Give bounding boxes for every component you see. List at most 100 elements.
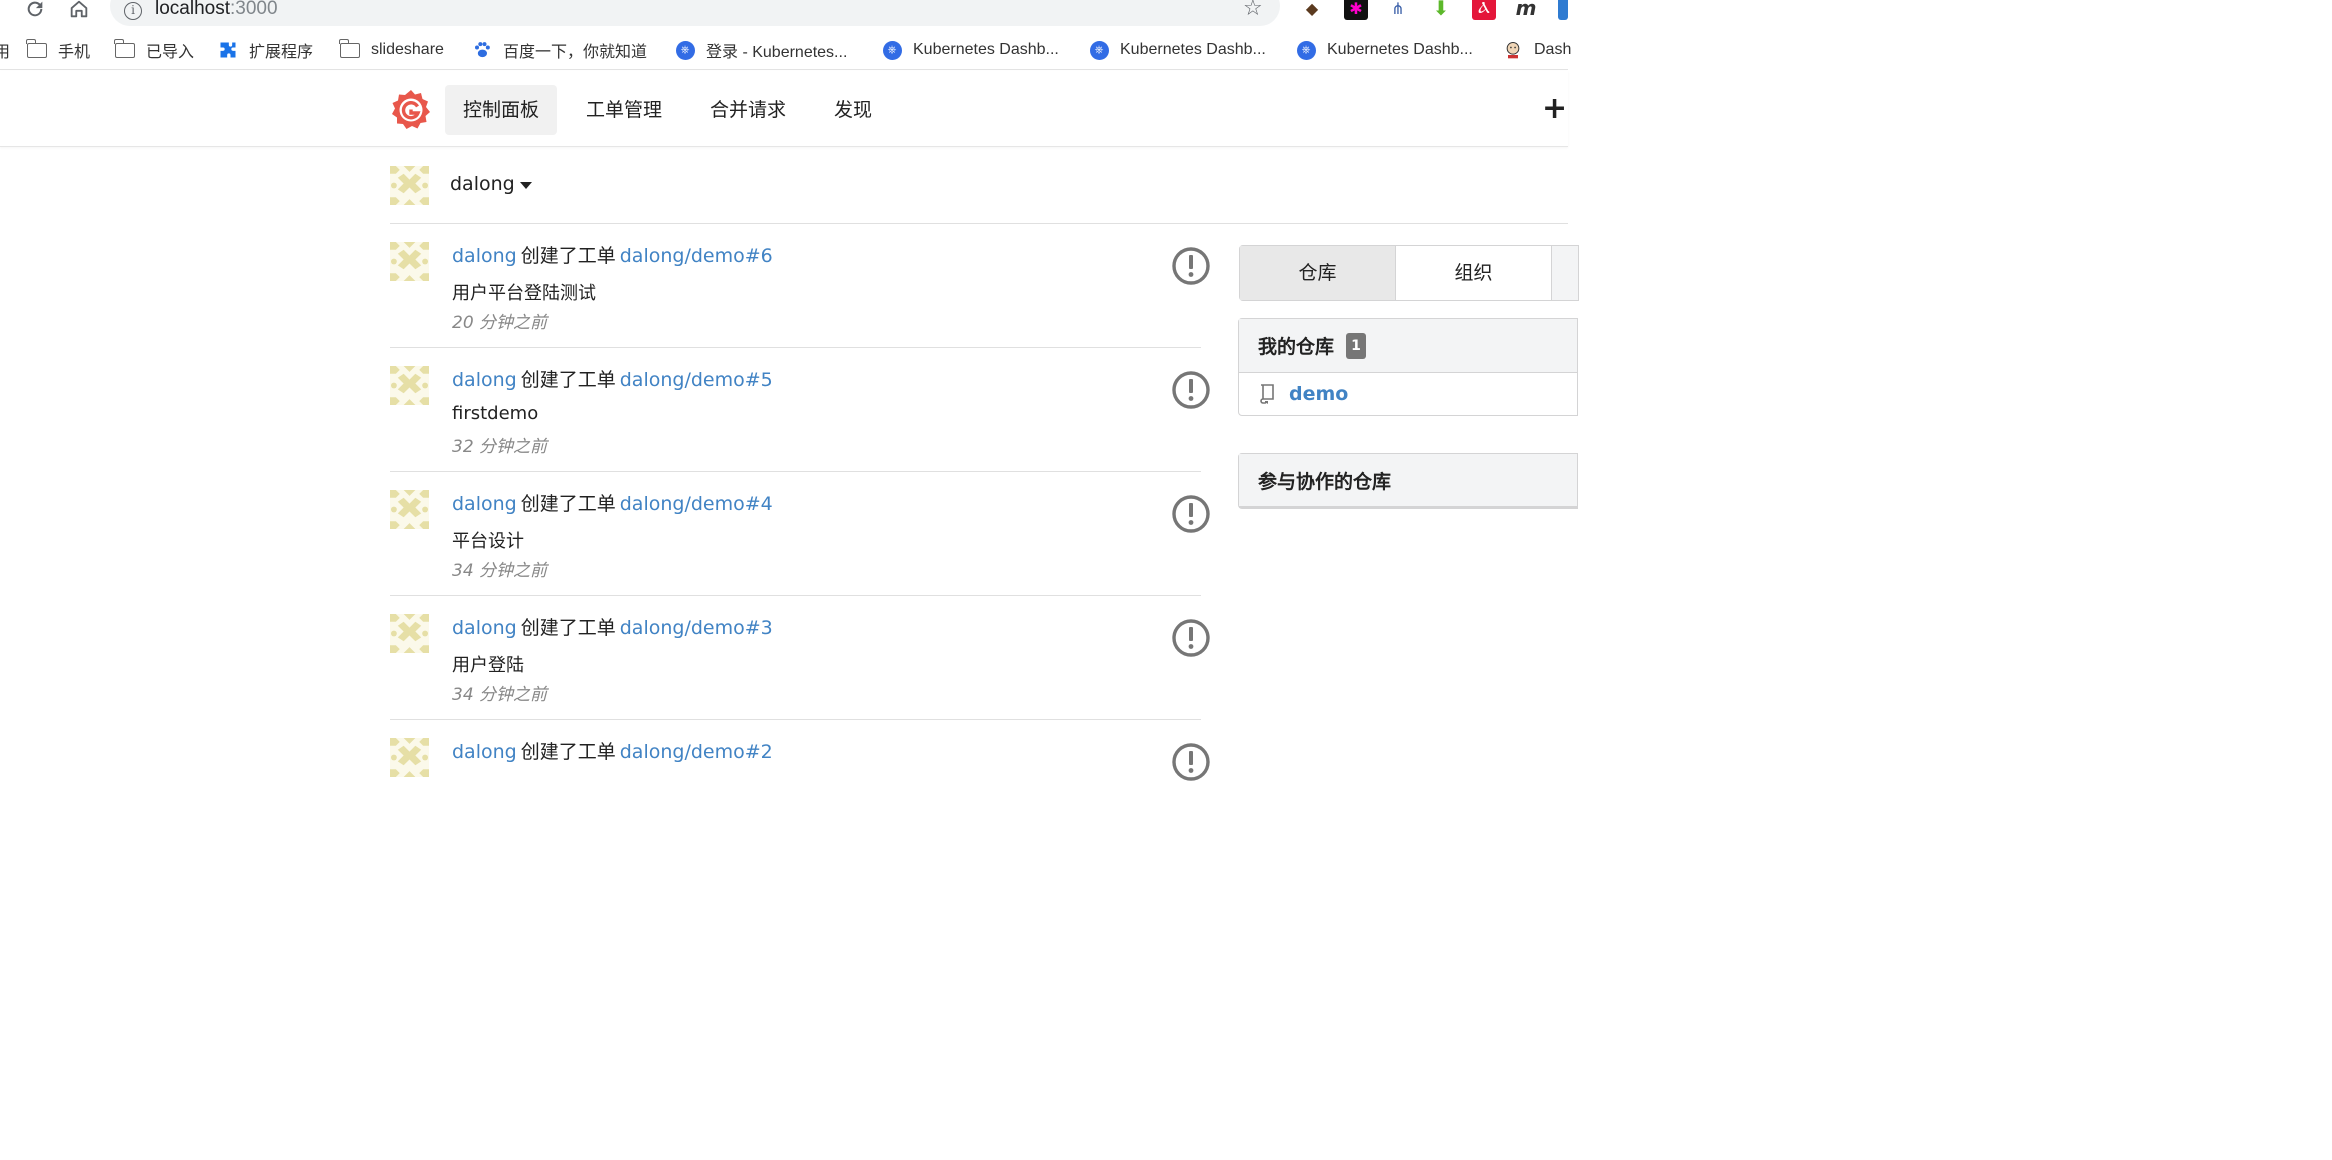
kubernetes-icon: ⎈ [674, 40, 696, 60]
issue-link[interactable]: dalong/demo#3 [620, 617, 773, 639]
my-repos-title: 我的仓库 [1258, 336, 1335, 358]
kubernetes-icon: ⎈ [1088, 40, 1110, 60]
nav-explore[interactable]: 发现 [816, 85, 890, 135]
bookmark-star-icon[interactable]: ☆ [1243, 0, 1263, 21]
issue-link[interactable]: dalong/demo#5 [620, 369, 773, 391]
feed-item: dalong 创建了工单 dalong/demo#6 用户平台登陆测试 20 分钟之… [390, 224, 1210, 348]
avatar [390, 166, 429, 205]
avatar[interactable] [390, 366, 429, 405]
issue-link[interactable]: dalong/demo#4 [620, 493, 773, 515]
kubernetes-icon: ⎈ [881, 40, 903, 60]
download-extension-icon[interactable]: ⬇ [1429, 0, 1453, 20]
kubernetes-icon: ⎈ [1295, 40, 1317, 60]
home-icon[interactable] [64, 0, 94, 24]
tab-repositories[interactable]: 仓库 [1240, 246, 1396, 300]
user-link[interactable]: dalong [452, 369, 517, 391]
site-info-icon[interactable]: i [124, 2, 142, 20]
jenkins-icon [1502, 41, 1524, 59]
avatar[interactable] [390, 738, 429, 777]
collab-repos-title: 参与协作的仓库 [1258, 470, 1392, 493]
repo-org-tabs: 仓库 组织 [1239, 245, 1579, 301]
timestamp: 32 分钟之前 [452, 437, 548, 457]
dashboard-context-switcher[interactable]: dalong [390, 147, 1568, 224]
avatar[interactable] [390, 242, 429, 281]
nav-dashboard[interactable]: 控制面板 [445, 85, 558, 135]
bookmark-item[interactable]: ⎈ 登录 - Kubernetes... [674, 39, 847, 61]
browser-toolbar: i localhost:3000 ☆ ◆ ✱ ⋔ ⬇ Ⲁ m [0, 0, 1568, 30]
bookmark-item[interactable]: ⎈ Kubernetes Dashb... [881, 39, 1059, 61]
folder-icon [339, 38, 361, 59]
nav-pull-requests[interactable]: 合并请求 [692, 85, 804, 135]
app-navbar: 控制面板 工单管理 合并请求 发现 + [0, 71, 1568, 147]
reload-icon[interactable] [20, 0, 50, 24]
user-link[interactable]: dalong [452, 617, 517, 639]
feed-item: dalong 创建了工单 dalong/demo#5 firstdemo 32 分钟… [390, 348, 1210, 472]
gitea-logo-icon[interactable] [390, 89, 432, 131]
feed-action: 创建了工单 [520, 741, 616, 763]
feed-action: 创建了工单 [520, 617, 616, 639]
repo-list-item[interactable]: demo [1239, 373, 1577, 415]
issue-title: 用户登陆 [452, 655, 524, 676]
timestamp: 34 分钟之前 [452, 685, 548, 705]
user-link[interactable]: dalong [452, 493, 517, 515]
bookmark-item[interactable]: slideshare [339, 38, 444, 61]
bookmark-item[interactable]: ⎈ Kubernetes Dashb... [1088, 39, 1266, 61]
tab-organizations[interactable]: 组织 [1396, 246, 1552, 300]
baidu-paw-icon [471, 41, 493, 59]
bookmark-item[interactable]: 用 [0, 39, 10, 61]
context-username: dalong [450, 173, 515, 195]
repo-icon [1260, 384, 1274, 404]
bookmark-item[interactable]: 手机 [26, 38, 90, 61]
issue-opened-icon [1172, 619, 1210, 657]
issue-link[interactable]: dalong/demo#6 [620, 245, 773, 267]
feed-item: dalong 创建了工单 dalong/demo#4 平台设计 34 分钟之前 [390, 472, 1210, 596]
issue-opened-icon [1172, 247, 1210, 285]
avatar[interactable] [390, 490, 429, 529]
activity-feed: dalong 创建了工单 dalong/demo#6 用户平台登陆测试 20 分钟之… [390, 224, 1210, 844]
extension-icon[interactable]: m [1514, 0, 1538, 20]
folder-icon [114, 38, 136, 59]
collab-repos-panel: 参与协作的仓库 [1238, 453, 1578, 509]
my-repos-header: 我的仓库 1 [1239, 319, 1577, 373]
dropdown-caret-icon [520, 182, 532, 189]
feed-item: dalong 创建了工单 dalong/demo#3 用户登陆 34 分钟之前 [390, 596, 1210, 720]
extension-icon[interactable]: ✱ [1344, 0, 1368, 20]
my-repos-panel: 我的仓库 1 demo [1238, 318, 1578, 416]
issue-title: 用户平台登陆测试 [452, 283, 596, 304]
avatar[interactable] [390, 614, 429, 653]
nav-issues[interactable]: 工单管理 [568, 85, 680, 135]
feed-headline: dalong 创建了工单 dalong/demo#5 [452, 365, 773, 392]
user-link[interactable]: dalong [452, 245, 517, 267]
bookmark-item[interactable]: 扩展程序 [217, 39, 313, 61]
issue-link[interactable]: dalong/demo#2 [620, 741, 773, 763]
repo-link[interactable]: demo [1289, 383, 1348, 405]
bookmark-item[interactable]: ⎈ Kubernetes Dashb... [1295, 39, 1473, 61]
feed-action: 创建了工单 [520, 493, 616, 515]
url-text: localhost:3000 [155, 0, 278, 19]
create-new-plus-icon[interactable]: + [1542, 91, 1567, 127]
bookmark-item[interactable]: 百度一下，你就知道 [471, 39, 647, 61]
repo-count-badge: 1 [1346, 332, 1367, 359]
timestamp: 20 分钟之前 [452, 313, 548, 333]
feed-item: dalong 创建了工单 dalong/demo#2 [390, 720, 1210, 844]
extension-icon[interactable]: Ⲁ [1472, 0, 1496, 20]
issue-opened-icon [1172, 495, 1210, 533]
feed-headline: dalong 创建了工单 dalong/demo#6 [452, 241, 773, 268]
extension-icon[interactable]: ⋔ [1386, 0, 1410, 20]
issue-opened-icon [1172, 743, 1210, 781]
address-bar[interactable]: i localhost:3000 ☆ [110, 0, 1280, 26]
feed-headline: dalong 创建了工单 dalong/demo#3 [452, 613, 773, 640]
bookmark-item[interactable]: Dash [1502, 39, 1571, 61]
collab-repos-header: 参与协作的仓库 [1239, 454, 1577, 508]
feed-action: 创建了工单 [520, 245, 616, 267]
feed-action: 创建了工单 [520, 369, 616, 391]
timestamp: 34 分钟之前 [452, 561, 548, 581]
folder-icon [26, 38, 48, 59]
extension-icon[interactable]: ◆ [1300, 0, 1324, 20]
bookmark-item[interactable]: 已导入 [114, 38, 194, 61]
feed-headline: dalong 创建了工单 dalong/demo#4 [452, 489, 773, 516]
puzzle-icon [217, 41, 239, 59]
user-link[interactable]: dalong [452, 741, 517, 763]
extension-icon[interactable] [1558, 0, 1568, 20]
issue-title: 平台设计 [452, 531, 524, 552]
